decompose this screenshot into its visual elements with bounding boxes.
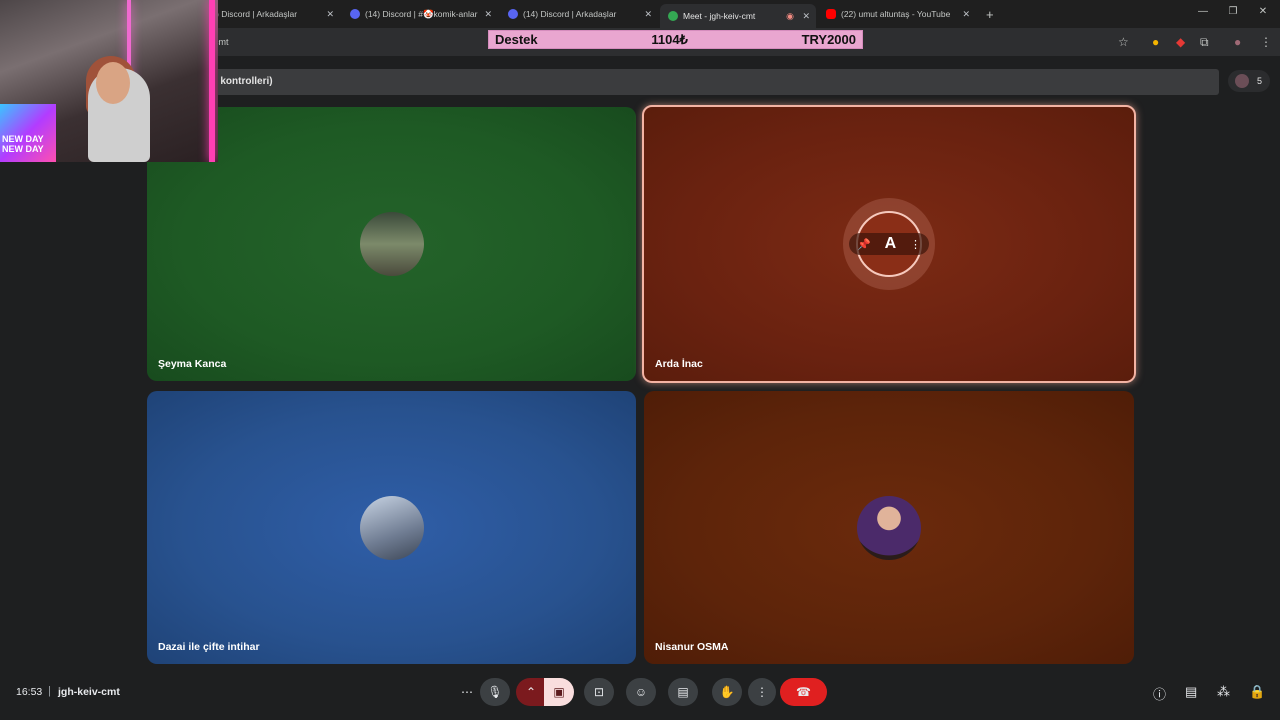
discord-icon — [508, 9, 518, 19]
present-icon: ⊡ — [593, 685, 605, 699]
tab-discord-friends[interactable]: ) Discord | Arkadaşlar ✕ — [208, 4, 340, 24]
close-icon[interactable]: ✕ — [484, 9, 492, 20]
avatar — [359, 212, 424, 276]
tab-youtube[interactable]: (22) umut altuntaş - YouTube ✕ — [818, 4, 976, 24]
present-screen-button[interactable]: ⊡ — [584, 678, 614, 706]
camera-off-icon: ▣ — [553, 685, 565, 699]
participant-count: 5 — [1256, 76, 1262, 86]
tab-title: Meet - jgh-keiv-cmt — [683, 11, 756, 21]
donation-goal-bar: Destek 1104₺ TRY2000 — [488, 30, 863, 49]
close-icon[interactable]: ✕ — [644, 9, 652, 20]
browser-menu-icon[interactable]: ⋮ — [1260, 35, 1272, 49]
youtube-icon — [826, 9, 836, 19]
participant-name: Şeyma Kanca — [158, 358, 227, 370]
microphone-button[interactable]: 🎙 — [480, 678, 510, 706]
streamer-face — [96, 62, 130, 104]
hand-icon: ✋ — [719, 685, 735, 699]
meet-info-banner: e kontrolleri) — [146, 69, 1219, 95]
tab-title: (14) Discord | #🤡komik-anlar — [365, 8, 478, 19]
donation-amount: 1104₺ — [651, 31, 688, 47]
minimize-icon[interactable]: — — [1196, 6, 1210, 17]
more-options-icon[interactable]: ⋮ — [910, 238, 921, 251]
leave-call-button[interactable]: ☎ — [780, 678, 827, 706]
banner-text: e kontrolleri) — [212, 76, 273, 87]
avatar — [857, 495, 921, 560]
close-icon[interactable]: ✕ — [326, 9, 334, 20]
chevron-up-icon: ⌃ — [525, 685, 537, 699]
participant-name: Dazai ile çifte intihar — [158, 641, 260, 653]
close-icon[interactable]: ✕ — [802, 11, 810, 22]
clock: 16:53 — [16, 686, 43, 698]
donation-label: Destek — [495, 32, 538, 47]
recording-icon: ◉ — [786, 10, 794, 21]
avatar — [1235, 74, 1249, 88]
extensions-puzzle-icon[interactable]: ⧉ — [1200, 35, 1209, 50]
tab-meet[interactable]: Meet - jgh-keiv-cmt ◉ ✕ — [660, 4, 816, 28]
participant-name: Arda İnac — [655, 358, 703, 370]
mic-icon: 🎙 — [487, 685, 503, 699]
more-options-button[interactable]: ⋮ — [748, 678, 776, 706]
profile-avatar[interactable]: ● — [1234, 35, 1241, 49]
participants-chip[interactable]: 5 — [1228, 70, 1270, 92]
discord-icon — [350, 9, 360, 19]
captions-icon: ▤ — [677, 685, 689, 699]
more-vert-icon: ⋮ — [756, 685, 768, 699]
close-icon[interactable]: ✕ — [962, 9, 970, 20]
meet-icon — [668, 11, 678, 21]
raise-hand-button[interactable]: ✋ — [712, 678, 742, 706]
captions-button[interactable]: ▤ — [668, 678, 698, 706]
tab-discord-friends-2[interactable]: (14) Discord | Arkadaşlar ✕ — [500, 4, 658, 24]
participant-name: Nisanur OSMA — [655, 641, 729, 653]
tab-title: (14) Discord | Arkadaşlar — [523, 9, 617, 19]
streamer-webcam-overlay: NEW DAY NEW DAY — [0, 0, 218, 162]
meeting-code: jgh-keiv-cmt — [58, 686, 120, 698]
participant-tile[interactable]: Nisanur OSMA — [644, 391, 1134, 664]
channel-badge-image: NEW DAY NEW DAY — [0, 104, 56, 162]
tab-title: (22) umut altuntaş - YouTube — [841, 9, 951, 19]
donation-goal: TRY2000 — [801, 32, 856, 47]
emoji-icon: ☺ — [634, 685, 648, 699]
participant-tile[interactable]: Dazai ile çifte intihar — [147, 391, 636, 664]
hang-up-icon: ☎ — [796, 685, 811, 699]
divider: | — [48, 685, 51, 697]
window-close-icon[interactable]: ✕ — [1256, 6, 1270, 17]
avatar — [359, 495, 424, 560]
tile-hover-controls: 📌 A ⋮ — [849, 233, 929, 255]
emoji-reaction-button[interactable]: ☺ — [626, 678, 656, 706]
meeting-info-icon[interactable]: ⓘ — [1153, 684, 1166, 703]
tab-discord-channel[interactable]: (14) Discord | #🤡komik-anlar ✕ — [342, 4, 498, 24]
participant-tile-speaking[interactable]: 📌 A ⋮ Arda İnac — [642, 105, 1136, 383]
participant-tile[interactable]: Şeyma Kanca — [147, 107, 636, 381]
restore-icon[interactable]: ❐ — [1226, 6, 1240, 17]
pin-icon[interactable]: 📌 — [857, 238, 871, 251]
bookmark-star-icon[interactable]: ☆ — [1118, 35, 1129, 49]
more-audio-options-icon[interactable]: ⋯ — [452, 678, 482, 706]
host-controls-icon[interactable]: 🔒 — [1249, 684, 1265, 700]
chat-icon[interactable]: ▤ — [1185, 684, 1197, 700]
camera-options-button[interactable]: ⌃ — [516, 678, 546, 706]
neon-light — [209, 0, 215, 162]
meet-control-bar: 16:53 | jgh-keiv-cmt ⋯ 🎙 ⌃ ▣ ⊡ ☺ ▤ ✋ ⋮ ☎… — [0, 670, 1280, 720]
extension-icon[interactable]: ◆ — [1176, 35, 1185, 49]
activities-grid-icon[interactable]: ⁂ — [1217, 684, 1230, 700]
extension-icon[interactable]: ● — [1152, 35, 1159, 49]
new-tab-button[interactable]: + — [978, 4, 998, 24]
camera-off-button[interactable]: ▣ — [544, 678, 574, 706]
avatar-initial: A — [884, 235, 897, 252]
tab-title: ) Discord | Arkadaşlar — [216, 9, 298, 19]
